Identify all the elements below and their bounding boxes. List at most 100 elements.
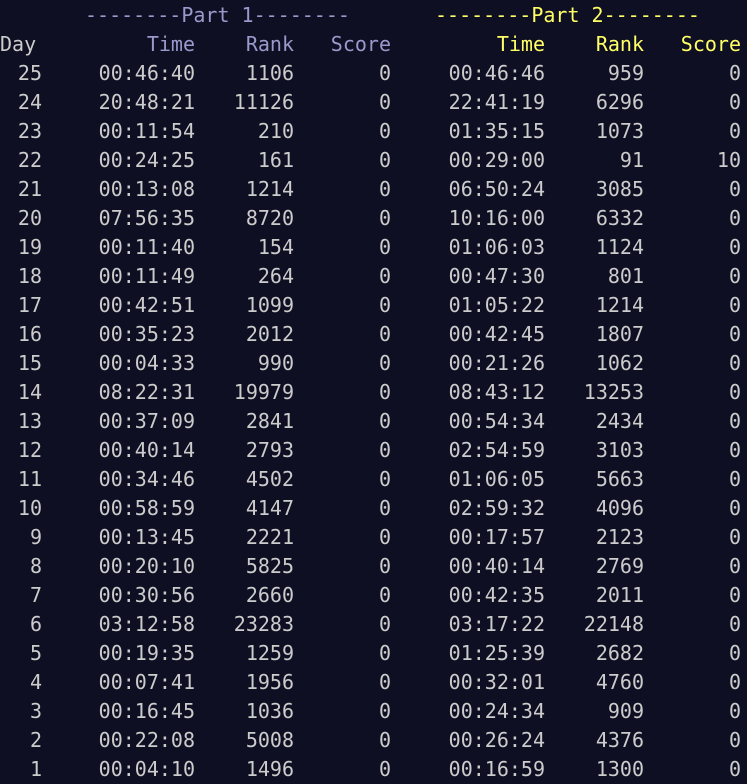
part1-score-cell: 0 <box>378 728 391 752</box>
part2-rank-cell: 6332 <box>595 206 644 230</box>
day-cell: 24 <box>17 90 42 114</box>
part2-time-cell: 02:54:59 <box>448 438 545 462</box>
part2-rank-cell: 4096 <box>595 496 644 520</box>
part2-rank-cell: 2682 <box>595 641 644 665</box>
day-cell: 13 <box>17 409 42 433</box>
part2-score-cell: 0 <box>728 728 741 752</box>
header-row: Day Time Rank Score Time Rank Score <box>0 30 747 59</box>
part2-score-cell: 0 <box>728 235 741 259</box>
part1-rank-cell: 4502 <box>245 467 294 491</box>
day-cell: 8 <box>29 554 42 578</box>
day-cell: 9 <box>29 525 42 549</box>
part2-time-cell: 08:43:12 <box>448 380 545 404</box>
part2-score-cell: 0 <box>728 206 741 230</box>
part2-rank-cell: 13253 <box>583 380 644 404</box>
part2-time-cell: 00:21:26 <box>448 351 545 375</box>
part1-score-cell: 0 <box>378 264 391 288</box>
part2-score-cell: 0 <box>728 380 741 404</box>
part1-time-cell: 00:37:09 <box>98 409 195 433</box>
day-cell: 20 <box>17 206 42 230</box>
part1-time-cell: 00:11:49 <box>98 264 195 288</box>
part1-time-cell: 00:22:08 <box>98 728 195 752</box>
part1-score-cell: 0 <box>378 583 391 607</box>
part2-rank-cell: 1124 <box>595 235 644 259</box>
table-row: 22 00:24:25 161 0 00:29:00 91 10 <box>0 146 747 175</box>
part2-score-header: Score <box>680 32 741 56</box>
part2-rank-cell: 1062 <box>595 351 644 375</box>
part1-time-cell: 20:48:21 <box>98 90 195 114</box>
day-cell: 17 <box>17 293 42 317</box>
part1-score-cell: 0 <box>378 699 391 723</box>
part1-rank-cell: 2012 <box>245 322 294 346</box>
table-row: 4 00:07:41 1956 0 00:32:01 4760 0 <box>0 668 747 697</box>
table-row: 9 00:13:45 2221 0 00:17:57 2123 0 <box>0 523 747 552</box>
day-header: Day <box>0 32 37 56</box>
part1-time-cell: 00:19:35 <box>98 641 195 665</box>
part2-time-cell: 00:47:30 <box>448 264 545 288</box>
day-cell: 18 <box>17 264 42 288</box>
part2-rank-cell: 4376 <box>595 728 644 752</box>
part1-time-cell: 00:30:56 <box>98 583 195 607</box>
part2-rank-cell: 2434 <box>595 409 644 433</box>
part1-time-cell: 00:58:59 <box>98 496 195 520</box>
part2-time-cell: 00:26:24 <box>448 728 545 752</box>
part2-time-cell: 02:59:32 <box>448 496 545 520</box>
part1-rank-cell: 11126 <box>233 90 294 114</box>
part2-time-cell: 00:16:59 <box>448 757 545 781</box>
part2-score-cell: 0 <box>728 467 741 491</box>
table-row: 21 00:13:08 1214 0 06:50:24 3085 0 <box>0 175 747 204</box>
part1-rank-cell: 1036 <box>245 699 294 723</box>
part1-rank-cell: 2221 <box>245 525 294 549</box>
part2-time-cell: 00:42:45 <box>448 322 545 346</box>
day-cell: 19 <box>17 235 42 259</box>
part1-time-cell: 00:42:51 <box>98 293 195 317</box>
part1-banner: --------Part 1-------- <box>85 3 350 27</box>
part1-score-cell: 0 <box>378 293 391 317</box>
table-row: 6 03:12:58 23283 0 03:17:22 22148 0 <box>0 610 747 639</box>
part2-rank-cell: 22148 <box>583 612 644 636</box>
part1-time-cell: 08:22:31 <box>98 380 195 404</box>
day-cell: 10 <box>17 496 42 520</box>
part2-score-cell: 0 <box>728 496 741 520</box>
part2-time-header: Time <box>496 32 545 56</box>
part2-score-cell: 0 <box>728 699 741 723</box>
part2-time-cell: 00:46:46 <box>448 61 545 85</box>
table-row: 8 00:20:10 5825 0 00:40:14 2769 0 <box>0 552 747 581</box>
part1-rank-cell: 2841 <box>245 409 294 433</box>
part1-rank-cell: 161 <box>257 148 294 172</box>
table-row: 18 00:11:49 264 0 00:47:30 801 0 <box>0 262 747 291</box>
part2-time-cell: 00:32:01 <box>448 670 545 694</box>
part2-score-cell: 0 <box>728 293 741 317</box>
part1-score-cell: 0 <box>378 496 391 520</box>
day-cell: 4 <box>29 670 42 694</box>
part1-score-cell: 0 <box>378 235 391 259</box>
part2-score-cell: 0 <box>728 322 741 346</box>
table-row: 24 20:48:21 11126 0 22:41:19 6296 0 <box>0 88 747 117</box>
part2-rank-cell: 1073 <box>595 119 644 143</box>
part2-time-cell: 10:16:00 <box>448 206 545 230</box>
part1-time-cell: 00:11:40 <box>98 235 195 259</box>
part2-time-cell: 00:54:34 <box>448 409 545 433</box>
day-cell: 22 <box>17 148 42 172</box>
part2-score-cell: 0 <box>728 438 741 462</box>
table-row: 23 00:11:54 210 0 01:35:15 1073 0 <box>0 117 747 146</box>
part2-rank-cell: 1807 <box>595 322 644 346</box>
part1-time-cell: 00:40:14 <box>98 438 195 462</box>
part2-score-cell: 0 <box>728 264 741 288</box>
part1-rank-cell: 23283 <box>233 612 294 636</box>
part1-score-cell: 0 <box>378 90 391 114</box>
day-cell: 15 <box>17 351 42 375</box>
part2-time-cell: 00:42:35 <box>448 583 545 607</box>
part2-time-cell: 01:05:22 <box>448 293 545 317</box>
part2-rank-cell: 1300 <box>595 757 644 781</box>
table-row: 12 00:40:14 2793 0 02:54:59 3103 0 <box>0 436 747 465</box>
table-row: 16 00:35:23 2012 0 00:42:45 1807 0 <box>0 320 747 349</box>
part1-score-cell: 0 <box>378 148 391 172</box>
part1-time-cell: 00:46:40 <box>98 61 195 85</box>
part2-score-cell: 0 <box>728 612 741 636</box>
day-cell: 16 <box>17 322 42 346</box>
part2-time-cell: 01:06:03 <box>448 235 545 259</box>
day-cell: 11 <box>17 467 42 491</box>
part1-rank-cell: 5008 <box>245 728 294 752</box>
part2-rank-cell: 909 <box>607 699 644 723</box>
